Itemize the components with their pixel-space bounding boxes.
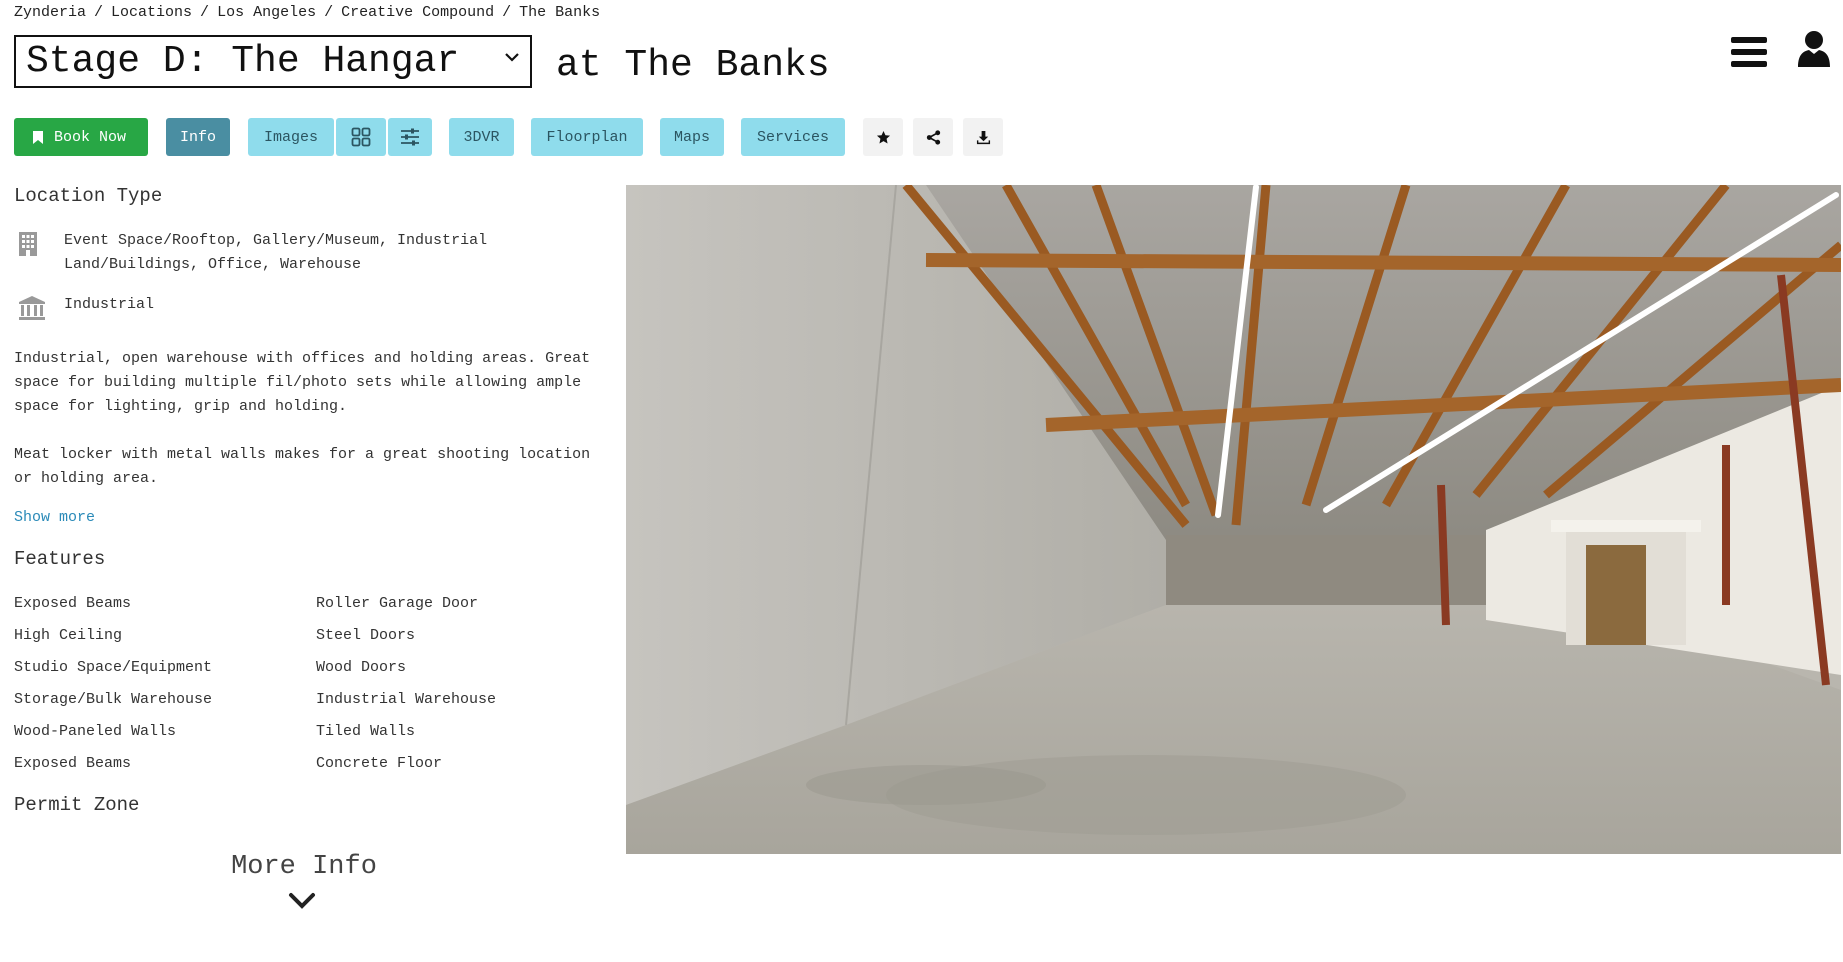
tab-maps[interactable]: Maps: [660, 118, 724, 156]
breadcrumb-item-current[interactable]: The Banks: [519, 4, 600, 21]
tab-floorplan[interactable]: Floorplan: [531, 118, 643, 156]
feature-item: Exposed Beams: [14, 595, 132, 612]
download-button[interactable]: [963, 118, 1003, 156]
features-list: Exposed Beams Roller Garage Door High Ce…: [14, 594, 614, 773]
feature-item: Tiled Walls: [316, 723, 416, 740]
tab-images[interactable]: Images: [248, 118, 334, 156]
download-icon: [976, 130, 990, 144]
breadcrumb-separator: /: [200, 4, 210, 21]
breadcrumb-item-locations[interactable]: Locations: [111, 4, 192, 21]
features-heading: Features: [14, 548, 106, 570]
feature-item: Exposed Beams: [14, 755, 132, 772]
show-more-link[interactable]: Show more: [14, 509, 95, 526]
tab-info[interactable]: Info: [166, 118, 230, 156]
chevron-down-icon[interactable]: [288, 892, 316, 915]
location-style-text: Industrial: [64, 296, 155, 313]
permit-zone-heading: Permit Zone: [14, 794, 140, 816]
book-now-label: Book Now: [53, 128, 126, 146]
header-actions: [1731, 30, 1831, 73]
grid-view-button[interactable]: [336, 118, 386, 156]
sliders-icon: [401, 128, 419, 146]
breadcrumb: Zynderia / Locations / Los Angeles / Creati…: [14, 4, 600, 21]
location-categories-text: Event Space/Rooftop, Gallery/Museum, Ind…: [64, 232, 488, 273]
breadcrumb-item-city[interactable]: Los Angeles: [217, 4, 316, 21]
toolbar: Book Now Info Images 3DVR Floorplan Maps…: [14, 118, 1003, 156]
feature-item: Roller Garage Door: [316, 595, 479, 612]
stage-select[interactable]: Stage D: The Hangar: [14, 35, 532, 88]
tab-services[interactable]: Services: [741, 118, 845, 156]
more-info-fade: [0, 820, 610, 962]
location-type-heading: Location Type: [14, 185, 163, 207]
star-icon: [876, 130, 890, 143]
feature-item: Wood-Paneled Walls: [14, 723, 177, 740]
location-categories: Event Space/Rooftop, Gallery/Museum, Ind…: [14, 229, 614, 277]
info-panel: Location Type Event Space/Rooftop, Galle…: [14, 185, 614, 816]
breadcrumb-item-home[interactable]: Zynderia: [14, 4, 86, 21]
favorite-button[interactable]: [863, 118, 903, 156]
location-photo[interactable]: [626, 185, 1841, 854]
stage-select-value: Stage D: The Hangar: [26, 40, 460, 83]
tab-3dvr[interactable]: 3DVR: [449, 118, 514, 156]
filter-button[interactable]: [388, 118, 432, 156]
description-paragraph: Meat locker with metal walls makes for a…: [14, 446, 591, 487]
feature-item: Wood Doors: [316, 659, 407, 676]
user-icon[interactable]: [1797, 30, 1831, 73]
chevron-down-icon: [504, 45, 520, 70]
description: Industrial, open warehouse with offices …: [14, 347, 614, 491]
institution-icon: [14, 293, 64, 321]
description-paragraph: Industrial, open warehouse with offices …: [14, 350, 591, 415]
feature-item: Steel Doors: [316, 627, 416, 644]
hamburger-menu-icon[interactable]: [1731, 36, 1767, 67]
book-now-button[interactable]: Book Now: [14, 118, 148, 156]
feature-item: Industrial Warehouse: [316, 691, 497, 708]
building-icon: [14, 229, 64, 257]
feature-item: Concrete Floor: [316, 755, 443, 772]
bookmark-icon: [32, 130, 43, 144]
share-icon: [926, 129, 940, 145]
breadcrumb-separator: /: [324, 4, 334, 21]
breadcrumb-separator: /: [94, 4, 104, 21]
feature-item: Studio Space/Equipment: [14, 659, 213, 676]
page-title: Stage D: The Hangar at The Banks: [14, 35, 830, 88]
breadcrumb-separator: /: [502, 4, 512, 21]
more-info-toggle[interactable]: More Info: [224, 852, 384, 882]
share-button[interactable]: [913, 118, 953, 156]
title-suffix: at The Banks: [556, 44, 830, 87]
breadcrumb-item-compound[interactable]: Creative Compound: [341, 4, 494, 21]
location-style: Industrial: [14, 293, 614, 321]
grid-icon: [351, 127, 371, 147]
feature-item: High Ceiling: [14, 627, 123, 644]
feature-item: Storage/Bulk Warehouse: [14, 691, 213, 708]
